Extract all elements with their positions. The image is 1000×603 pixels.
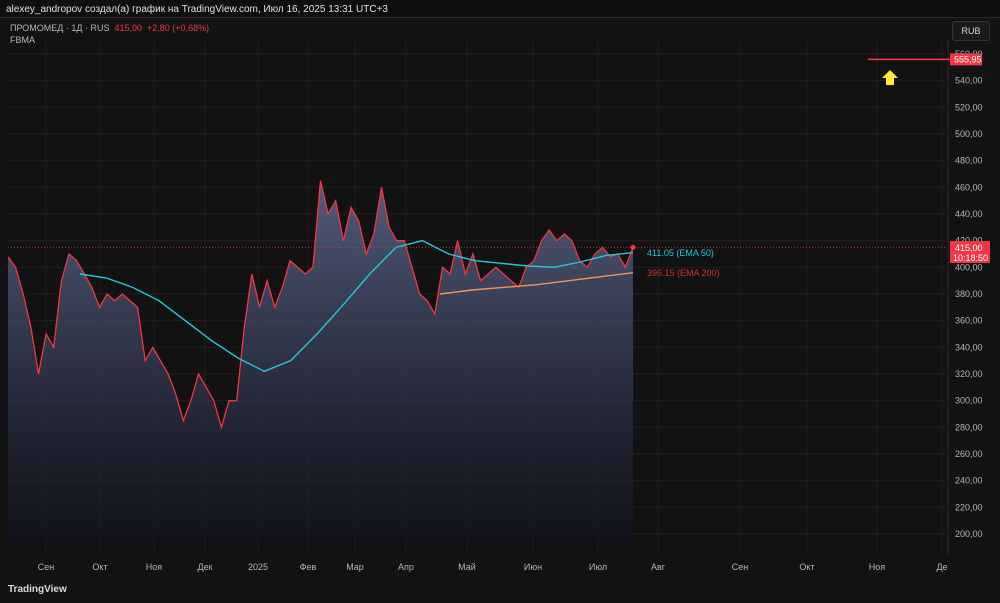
y-tick-label: 320,00 xyxy=(955,369,983,379)
y-tick-label: 480,00 xyxy=(955,156,983,166)
x-tick-label: Окт xyxy=(799,562,814,572)
x-tick-label: Авг xyxy=(651,562,666,572)
y-tick-label: 520,00 xyxy=(955,102,983,112)
y-tick-label: 300,00 xyxy=(955,396,983,406)
y-tick-label: 540,00 xyxy=(955,76,983,86)
x-tick-label: Де xyxy=(936,562,947,572)
x-tick-label: Ноя xyxy=(146,562,163,572)
y-tick-label: 260,00 xyxy=(955,449,983,459)
x-tick-label: Июн xyxy=(524,562,542,572)
last-price-tag-text: 415,00 xyxy=(955,243,983,253)
x-tick-label: Окт xyxy=(92,562,107,572)
y-tick-label: 340,00 xyxy=(955,342,983,352)
y-tick-label: 440,00 xyxy=(955,209,983,219)
y-tick-label: 360,00 xyxy=(955,316,983,326)
legend: ПРОМОМЕД · 1Д · RUS 415,00 +2,80 (+0,68%… xyxy=(10,22,209,46)
up-arrow-icon xyxy=(882,70,898,85)
indicator-label: FBMA xyxy=(10,35,36,45)
y-tick-label: 500,00 xyxy=(955,129,983,139)
price-change: +2,80 (+0,68%) xyxy=(147,23,210,33)
x-tick-label: Сен xyxy=(732,562,749,572)
currency-button[interactable]: RUB xyxy=(952,21,990,41)
x-tick-label: Сен xyxy=(38,562,55,572)
x-tick-label: Дек xyxy=(197,562,212,572)
x-tick-label: Июл xyxy=(589,562,607,572)
price-area xyxy=(8,180,633,540)
y-tick-label: 400,00 xyxy=(955,262,983,272)
tradingview-logo[interactable]: TradingView xyxy=(8,584,67,595)
y-tick-label: 380,00 xyxy=(955,289,983,299)
x-tick-label: Мар xyxy=(346,562,364,572)
x-tick-label: Апр xyxy=(398,562,414,572)
price-chart[interactable]: Сен Окт Ноя Дек 2025 Фев Мар Апр Май Июн Июл Авг Сен… xyxy=(0,0,1000,602)
target-price-text: 555,95 xyxy=(954,54,982,64)
x-tick-label: Фев xyxy=(300,562,317,572)
y-tick-label: 220,00 xyxy=(955,502,983,512)
ema200-label: 396.15 (EMA 200) xyxy=(647,268,720,278)
ema50-label: 411.05 (EMA 50) xyxy=(647,248,714,258)
y-tick-label: 240,00 xyxy=(955,476,983,486)
x-tick-label: 2025 xyxy=(248,562,268,572)
symbol-label: ПРОМОМЕД · 1Д · RUS xyxy=(10,23,110,33)
y-tick-label: 200,00 xyxy=(955,529,983,539)
last-price: 415,00 xyxy=(114,23,143,33)
x-tick-label: Ноя xyxy=(869,562,886,572)
countdown-text: 10:18:50 xyxy=(953,253,988,263)
y-tick-label: 280,00 xyxy=(955,422,983,432)
y-tick-label: 460,00 xyxy=(955,182,983,192)
x-tick-label: Май xyxy=(458,562,476,572)
